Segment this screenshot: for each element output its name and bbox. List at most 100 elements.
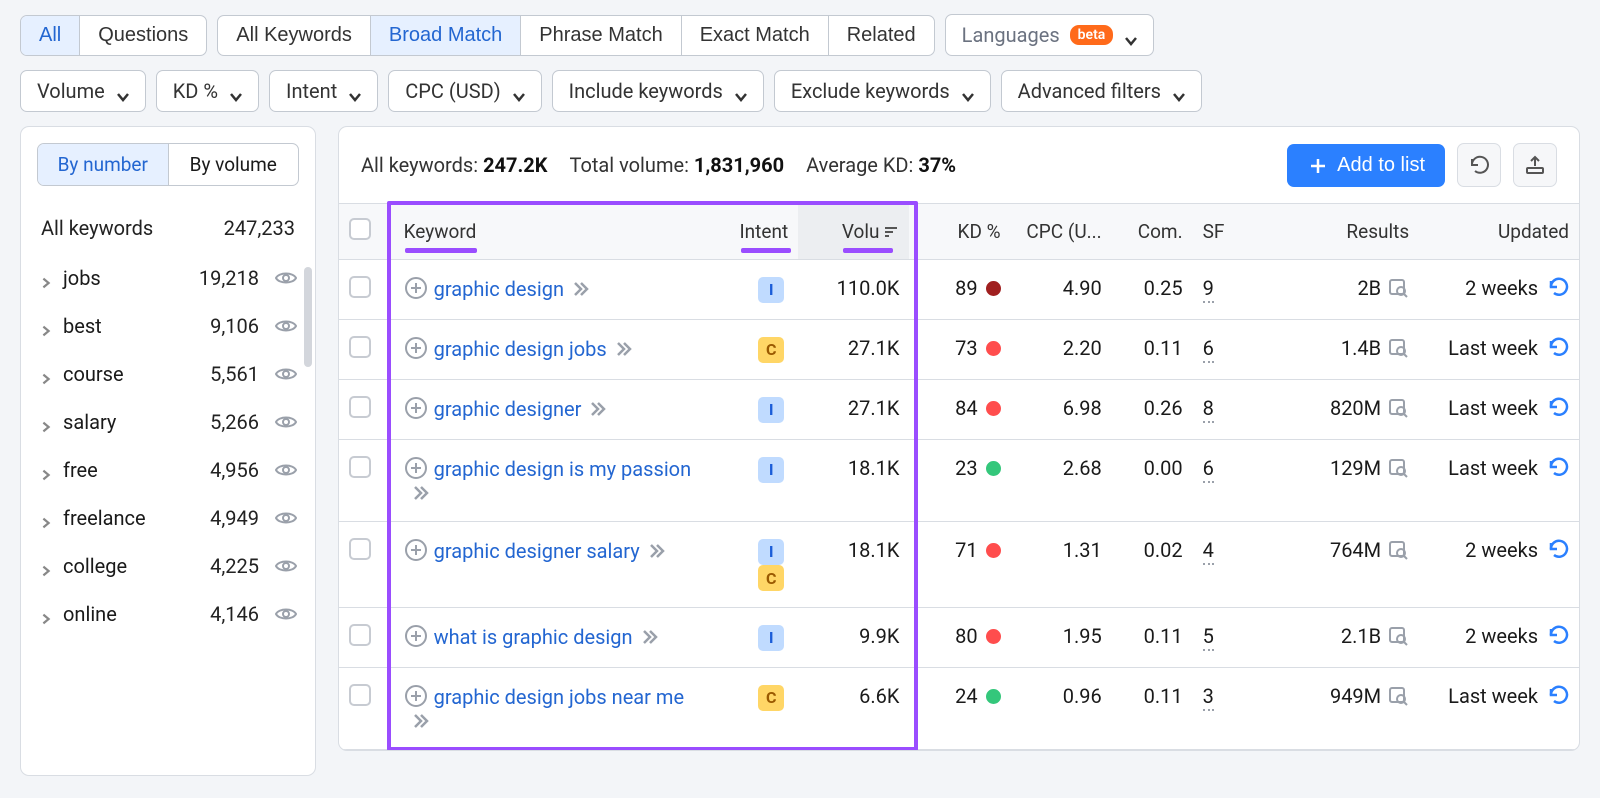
add-to-list-button[interactable]: Add to list [1287, 144, 1445, 187]
col-keyword[interactable]: Keyword [394, 204, 720, 260]
refresh-row-icon[interactable] [1547, 624, 1569, 646]
filter-cpc-usd-[interactable]: CPC (USD) [388, 70, 541, 112]
sidebar-item-freelance[interactable]: freelance4,949 [21, 494, 315, 542]
filter-volume[interactable]: Volume [20, 70, 146, 112]
cell-sf[interactable]: 6 [1193, 440, 1254, 522]
col-sf[interactable]: SF [1193, 204, 1254, 260]
double-chevron-icon[interactable] [615, 340, 633, 358]
expand-icon[interactable] [404, 276, 428, 300]
sidebar-scrollbar[interactable] [304, 267, 312, 367]
keyword-link[interactable]: graphic designer salary [434, 539, 640, 563]
filter-advanced-filters[interactable]: Advanced filters [1001, 70, 1202, 112]
expand-icon[interactable] [404, 456, 428, 480]
sidebar-item-best[interactable]: best9,106 [21, 302, 315, 350]
expand-icon[interactable] [404, 538, 428, 562]
filter-kd-[interactable]: KD % [156, 70, 259, 112]
row-checkbox[interactable] [349, 456, 371, 478]
match-tab-phrase-match[interactable]: Phrase Match [520, 16, 680, 55]
filter-exclude-keywords[interactable]: Exclude keywords [774, 70, 991, 112]
cell-sf[interactable]: 9 [1193, 260, 1254, 320]
cell-kd: 23 [909, 440, 1010, 522]
row-checkbox[interactable] [349, 396, 371, 418]
sidebar-item-online[interactable]: online4,146 [21, 590, 315, 638]
double-chevron-icon[interactable] [572, 280, 590, 298]
cell-sf[interactable]: 8 [1193, 380, 1254, 440]
sidebar-item-course[interactable]: course5,561 [21, 350, 315, 398]
eye-icon[interactable] [275, 507, 297, 529]
keyword-link[interactable]: graphic designer [434, 397, 582, 421]
keyword-link[interactable]: graphic design is my passion [434, 457, 692, 481]
match-tab-all-keywords[interactable]: All Keywords [218, 16, 370, 55]
expand-icon[interactable] [404, 624, 428, 648]
row-checkbox[interactable] [349, 624, 371, 646]
sidebar-item-salary[interactable]: salary5,266 [21, 398, 315, 446]
filter-intent[interactable]: Intent [269, 70, 378, 112]
row-checkbox[interactable] [349, 336, 371, 358]
cell-sf[interactable]: 3 [1193, 668, 1254, 750]
row-checkbox[interactable] [349, 276, 371, 298]
serp-icon[interactable] [1387, 538, 1409, 560]
col-kd[interactable]: KD % [909, 204, 1010, 260]
scope-tab-questions[interactable]: Questions [79, 16, 206, 55]
eye-icon[interactable] [275, 267, 297, 289]
expand-icon[interactable] [404, 684, 428, 708]
expand-icon[interactable] [404, 396, 428, 420]
sidebar-tab-by-volume[interactable]: By volume [168, 144, 299, 185]
serp-icon[interactable] [1387, 624, 1409, 646]
expand-icon[interactable] [404, 336, 428, 360]
double-chevron-icon[interactable] [412, 712, 430, 730]
cell-sf[interactable]: 5 [1193, 608, 1254, 668]
keyword-link[interactable]: graphic design [434, 277, 564, 301]
filter-include-keywords[interactable]: Include keywords [552, 70, 764, 112]
refresh-row-icon[interactable] [1547, 276, 1569, 298]
match-tab-exact-match[interactable]: Exact Match [681, 16, 828, 55]
row-checkbox[interactable] [349, 684, 371, 706]
keyword-link[interactable]: graphic design jobs [434, 337, 607, 361]
sidebar-item-free[interactable]: free4,956 [21, 446, 315, 494]
intent-badge-i: I [758, 397, 784, 423]
col-intent[interactable]: Intent [719, 204, 798, 260]
languages-dropdown[interactable]: Languages beta [945, 14, 1155, 56]
row-checkbox[interactable] [349, 538, 371, 560]
col-updated[interactable]: Updated [1419, 204, 1579, 260]
cell-sf[interactable]: 4 [1193, 522, 1254, 608]
keyword-link[interactable]: graphic design jobs near me [434, 685, 684, 709]
col-com[interactable]: Com. [1112, 204, 1193, 260]
double-chevron-icon[interactable] [412, 484, 430, 502]
eye-icon[interactable] [275, 315, 297, 337]
keyword-link[interactable]: what is graphic design [434, 625, 633, 649]
eye-icon[interactable] [275, 363, 297, 385]
col-volume[interactable]: Volu [798, 204, 909, 260]
col-checkbox[interactable] [339, 204, 394, 260]
double-chevron-icon[interactable] [589, 400, 607, 418]
sidebar-tab-by-number[interactable]: By number [38, 144, 168, 185]
cell-sf[interactable]: 6 [1193, 320, 1254, 380]
eye-icon[interactable] [275, 459, 297, 481]
export-button[interactable] [1513, 143, 1557, 187]
match-tab-broad-match[interactable]: Broad Match [370, 16, 520, 55]
refresh-row-icon[interactable] [1547, 336, 1569, 358]
refresh-row-icon[interactable] [1547, 396, 1569, 418]
serp-icon[interactable] [1387, 396, 1409, 418]
refresh-row-icon[interactable] [1547, 538, 1569, 560]
sidebar-item-jobs[interactable]: jobs19,218 [21, 254, 315, 302]
serp-icon[interactable] [1387, 276, 1409, 298]
scope-tab-all[interactable]: All [21, 16, 79, 55]
refresh-button[interactable] [1457, 143, 1501, 187]
cell-kd: 73 [909, 320, 1010, 380]
col-cpc[interactable]: CPC (U... [1011, 204, 1112, 260]
serp-icon[interactable] [1387, 456, 1409, 478]
sidebar-item-college[interactable]: college4,225 [21, 542, 315, 590]
eye-icon[interactable] [275, 555, 297, 577]
col-results[interactable]: Results [1253, 204, 1419, 260]
eye-icon[interactable] [275, 603, 297, 625]
sidebar-all-row[interactable]: All keywords 247,233 [21, 202, 315, 254]
refresh-row-icon[interactable] [1547, 684, 1569, 706]
eye-icon[interactable] [275, 411, 297, 433]
double-chevron-icon[interactable] [641, 628, 659, 646]
serp-icon[interactable] [1387, 336, 1409, 358]
serp-icon[interactable] [1387, 684, 1409, 706]
double-chevron-icon[interactable] [648, 542, 666, 560]
refresh-row-icon[interactable] [1547, 456, 1569, 478]
match-tab-related[interactable]: Related [828, 16, 934, 55]
